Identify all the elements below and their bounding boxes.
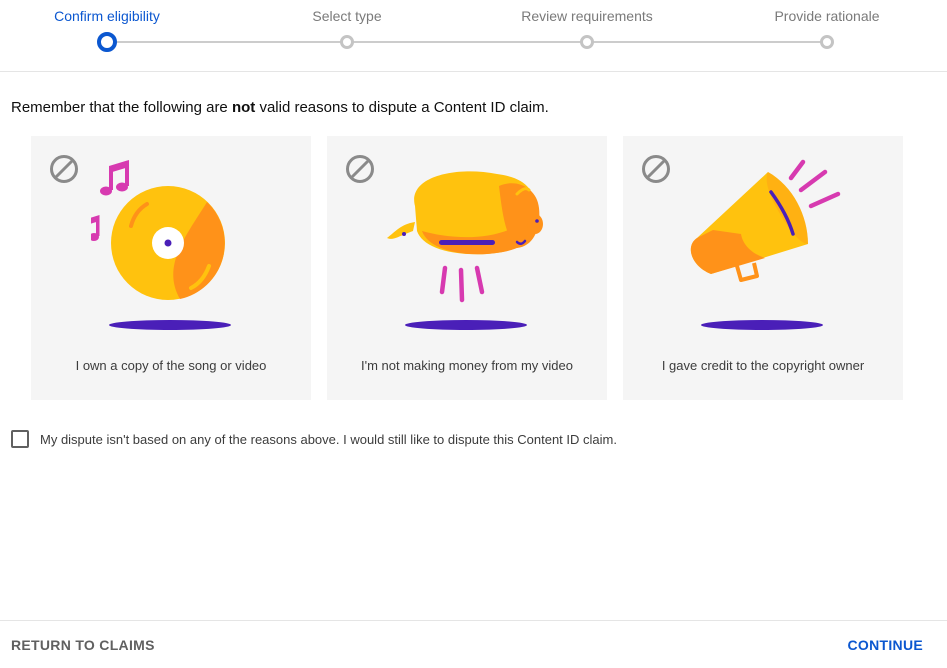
step-dot (820, 35, 834, 49)
dispute-confirmation-checkbox[interactable] (11, 430, 29, 448)
step-dot (580, 35, 594, 49)
card-caption: I'm not making money from my video (361, 358, 573, 373)
intro-text-emphasis: not (231, 99, 256, 116)
step-provide-rationale: Provide rationale (727, 0, 927, 72)
step-review-requirements: Review requirements (487, 0, 687, 72)
step-confirm-eligibility: Confirm eligibility (7, 0, 207, 72)
piggy-bank-illustration (387, 171, 543, 303)
intro-text: Remember that the following are not vali… (11, 99, 549, 116)
progress-stepper: Confirm eligibility Select type Review r… (0, 0, 947, 72)
footer-actions: RETURN TO CLAIMS CONTINUE (0, 620, 947, 668)
prohibited-icon (50, 155, 78, 183)
dispute-confirmation-row[interactable]: My dispute isn't based on any of the rea… (11, 430, 617, 448)
invalid-reason-card-own-copy: I own a copy of the song or video (31, 136, 311, 400)
step-current-dot (97, 32, 117, 52)
invalid-reason-card-gave-credit: I gave credit to the copyright owner (623, 136, 903, 400)
return-to-claims-button[interactable]: RETURN TO CLAIMS (11, 637, 155, 653)
music-record-illustration (91, 160, 225, 300)
continue-button[interactable]: CONTINUE (847, 637, 923, 653)
dispute-confirmation-label[interactable]: My dispute isn't based on any of the rea… (40, 432, 617, 447)
intro-text-end: valid reasons to dispute a Content ID cl… (255, 99, 549, 116)
invalid-reason-card-no-money: I'm not making money from my video (327, 136, 607, 400)
step-label: Select type (312, 8, 382, 24)
prohibited-icon (346, 155, 374, 183)
step-select-type: Select type (247, 0, 447, 72)
step-label: Provide rationale (774, 8, 880, 24)
megaphone-illustration (690, 159, 841, 282)
illustration-shadow (405, 320, 527, 330)
card-caption: I gave credit to the copyright owner (661, 358, 865, 373)
intro-text-start: Remember that the following are (11, 99, 232, 116)
illustration-shadow (109, 320, 231, 330)
step-label: Review requirements (521, 8, 653, 24)
stepper-track (107, 41, 827, 43)
prohibited-icon (642, 155, 670, 183)
step-label: Confirm eligibility (54, 8, 160, 24)
step-dot (340, 35, 354, 49)
card-caption: I own a copy of the song or video (75, 358, 267, 373)
illustration-shadow (701, 320, 823, 330)
